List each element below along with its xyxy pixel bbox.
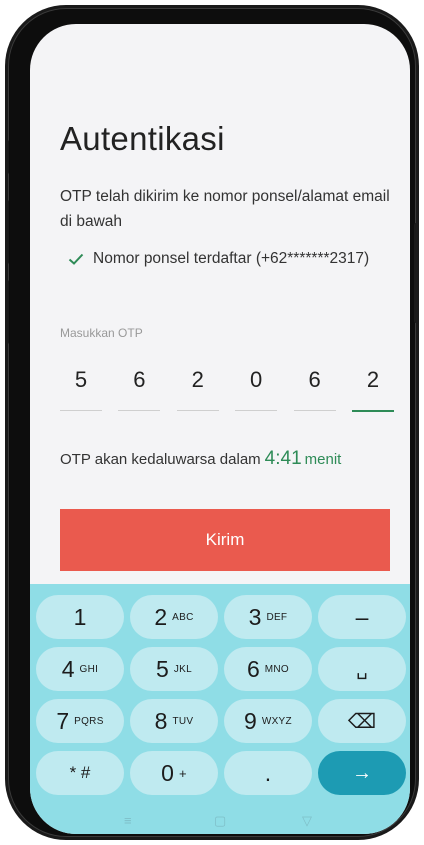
numeric-keyboard: 1 2 ABC 3 DEF – 4 GHI 5 JKL 6 MNO ␣ 7 PQ…	[30, 584, 410, 834]
back-icon[interactable]: ▽	[302, 813, 312, 829]
key-letters: PQRS	[74, 715, 104, 727]
otp-digit-5[interactable]: 6	[293, 364, 336, 412]
key-label: 1	[73, 603, 87, 630]
otp-description: OTP telah dikirim ke nomor ponsel/alamat…	[60, 188, 390, 230]
key-4[interactable]: 4 GHI	[36, 647, 124, 691]
otp-digit-4[interactable]: 0	[235, 364, 278, 412]
key-label: 3	[248, 603, 262, 630]
otp-digit-1[interactable]: 5	[60, 364, 102, 412]
expiry-unit: menit	[304, 451, 342, 468]
otp-underline	[118, 410, 161, 411]
side-button-power	[414, 223, 418, 323]
key-letters: WXYZ	[261, 715, 292, 727]
key-letters: ABC	[172, 611, 194, 623]
dot-key[interactable]: .	[224, 751, 312, 795]
key-label: 7	[56, 707, 70, 734]
registered-phone-row: Nomor ponsel terdaftar (+62*******2317)	[68, 250, 369, 268]
key-2[interactable]: 2 ABC	[130, 595, 218, 639]
otp-underline-active	[351, 410, 394, 412]
key-label: 4	[61, 655, 75, 682]
key-letters: MNO	[264, 663, 290, 675]
otp-digit-2[interactable]: 6	[118, 364, 161, 412]
side-button-volume-up	[5, 200, 9, 264]
key-6[interactable]: 6 MNO	[224, 647, 312, 691]
key-letters: JKL	[173, 663, 192, 675]
minus-icon: –	[355, 603, 369, 630]
key-letters: DEF	[266, 611, 288, 623]
key-3[interactable]: 3 DEF	[224, 595, 312, 639]
key-1[interactable]: 1	[36, 595, 124, 639]
key-label: .	[264, 759, 272, 786]
symbol-key[interactable]: * #	[36, 751, 124, 795]
screen: Autentikasi OTP telah dikirim ke nomor p…	[30, 24, 410, 834]
space-icon: ␣	[356, 658, 368, 679]
otp-label: Masukkan OTP	[60, 326, 143, 340]
home-icon[interactable]: ▢	[214, 813, 226, 829]
phone-frame: Autentikasi OTP telah dikirim ke nomor p…	[5, 8, 418, 837]
otp-digit-value: 6	[133, 367, 146, 392]
next-key[interactable]: →	[318, 751, 406, 795]
otp-expiry: OTP akan kedaluwarsa dalam 4:41 menit	[60, 448, 341, 470]
key-label: 5	[156, 655, 169, 682]
key-label: 8	[154, 707, 168, 734]
side-button-action	[5, 140, 9, 174]
otp-digit-value: 2	[366, 367, 380, 392]
key-label: 2	[154, 603, 168, 630]
backspace-key[interactable]: ⌫	[318, 699, 406, 743]
key-0[interactable]: 0 +	[130, 751, 218, 795]
menu-icon[interactable]: ≡	[124, 813, 132, 828]
key-label: 0	[161, 759, 174, 786]
key-5[interactable]: 5 JKL	[130, 647, 218, 691]
otp-underline	[60, 410, 102, 411]
page-title: Autentikasi	[60, 120, 225, 157]
otp-underline	[176, 410, 219, 411]
otp-input-group[interactable]: 5 6 2 0 6 2	[60, 364, 394, 412]
key-label: * #	[69, 763, 91, 782]
key-7[interactable]: 7 PQRS	[36, 699, 124, 743]
otp-digit-value: 2	[191, 367, 204, 392]
submit-button[interactable]: Kirim	[60, 509, 390, 571]
registered-phone-text: Nomor ponsel terdaftar (+62*******2317)	[93, 250, 370, 267]
otp-digit-value: 5	[74, 367, 88, 392]
otp-underline	[293, 410, 336, 411]
check-icon	[68, 253, 84, 265]
otp-digit-value: 6	[308, 367, 321, 392]
otp-underline	[235, 410, 278, 411]
expiry-time: 4:41	[264, 448, 302, 469]
otp-digit-6[interactable]: 2	[351, 364, 394, 412]
arrow-right-icon: →	[352, 761, 372, 784]
space-key[interactable]: ␣	[318, 647, 406, 691]
otp-digit-3[interactable]: 2	[176, 364, 219, 412]
key-label: 6	[246, 655, 260, 682]
system-nav-bar: ≡ ▢ ▽	[30, 809, 410, 834]
side-button-volume-down	[5, 280, 9, 344]
minus-key[interactable]: –	[318, 595, 406, 639]
key-letters: TUV	[172, 715, 194, 727]
key-9[interactable]: 9 WXYZ	[224, 699, 312, 743]
key-letters: +	[178, 765, 187, 781]
key-letters: GHI	[79, 663, 99, 675]
expiry-text: OTP akan kedaluwarsa dalam	[60, 451, 261, 468]
key-label: 9	[244, 707, 257, 734]
backspace-icon: ⌫	[347, 710, 377, 733]
key-8[interactable]: 8 TUV	[130, 699, 218, 743]
otp-digit-value: 0	[250, 367, 263, 392]
